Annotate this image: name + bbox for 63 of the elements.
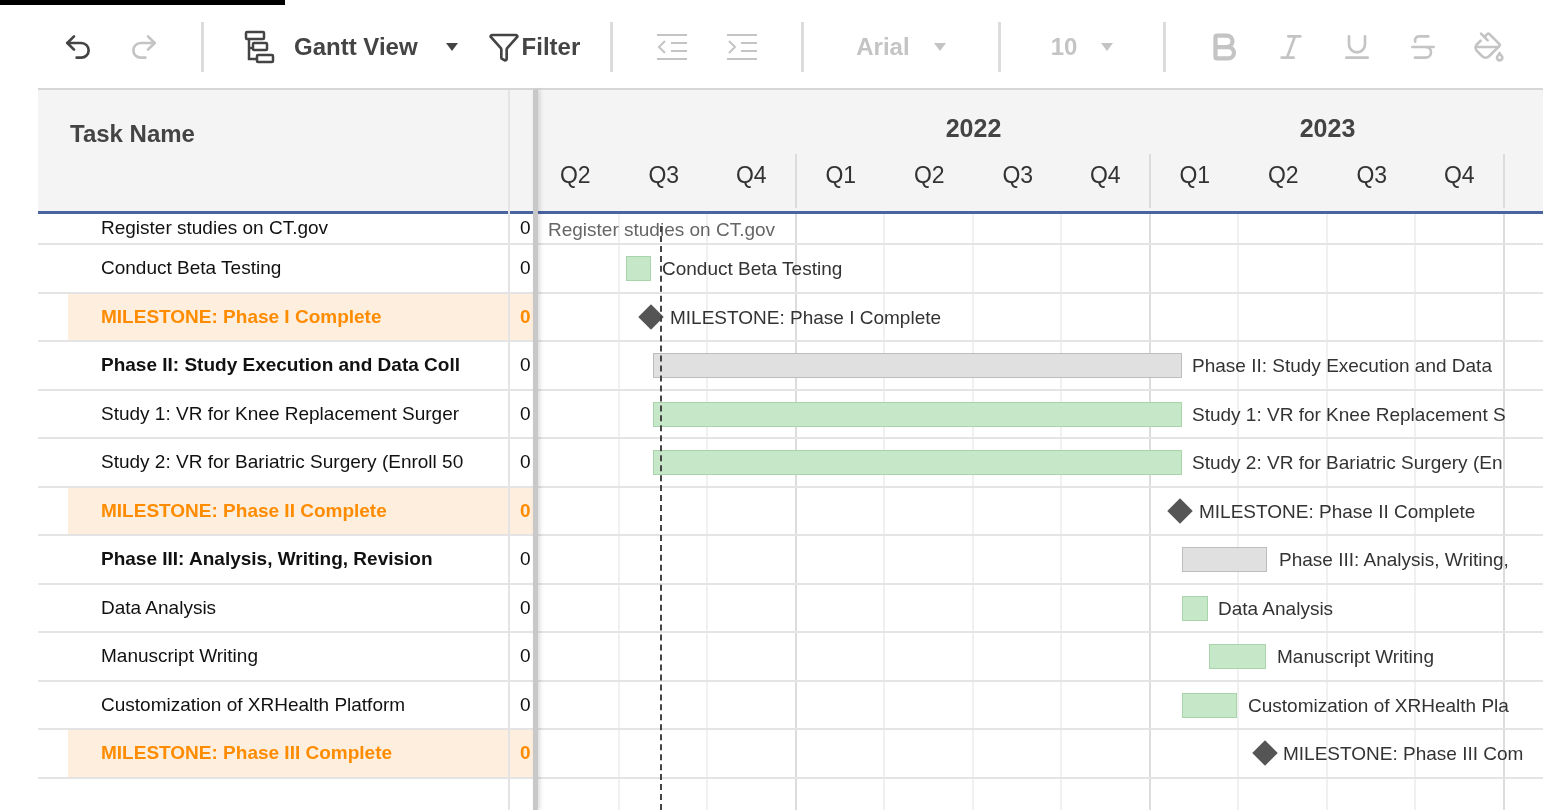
quarter-label: Q1 [1179, 161, 1211, 188]
task-bar[interactable] [653, 401, 1182, 427]
task-bar[interactable] [1182, 547, 1267, 572]
bar-label: Customization of XRHealth Pla [1248, 693, 1509, 718]
task-bar[interactable] [1182, 692, 1237, 718]
column-header: Task Name [70, 120, 195, 147]
value-cell-text: 0 [520, 401, 531, 426]
task-name: MILESTONE: Phase II Complete [101, 498, 387, 523]
task-bar[interactable] [1209, 644, 1266, 669]
year-label: 2022 [945, 114, 1002, 142]
bar-label: Conduct Beta Testing [662, 257, 843, 281]
view-dropdown[interactable]: Gantt View [294, 28, 458, 65]
bar-label: MILESTONE: Phase I Complete [670, 305, 942, 330]
task-name: Manuscript Writing [101, 644, 258, 668]
task-name: Register studies on CT.gov [101, 216, 329, 241]
value-cell-text: 0 [520, 741, 531, 765]
bar-label: Manuscript Writing [1277, 645, 1434, 669]
bar-label: Data Analysis [1218, 596, 1334, 621]
task-name: Phase III: Analysis, Writing, Revision [101, 547, 433, 571]
task-name: Study 1: VR for Knee Replacement Surger [101, 401, 460, 426]
task-name: Data Analysis [101, 595, 217, 620]
task-name: Phase II: Study Execution and Data Coll [101, 353, 460, 377]
task-name: Conduct Beta Testing [101, 256, 282, 280]
quarter-label: Q2 [559, 161, 591, 188]
task-name: MILESTONE: Phase I Complete [101, 304, 382, 329]
task-bar[interactable] [653, 450, 1182, 475]
quarter-label: Q2 [913, 161, 945, 188]
value-cell-text: 0 [520, 692, 531, 717]
quarter-label: Q4 [735, 161, 767, 188]
bar-label: Register studies on CT.gov [548, 218, 776, 242]
value-cell-text: 0 [520, 304, 531, 329]
quarter-label: Q4 [1443, 161, 1475, 188]
value-cell-text: 0 [520, 644, 531, 668]
task-bar[interactable] [626, 256, 651, 281]
bar-label: Study 2: VR for Bariatric Surgery (En [1192, 451, 1503, 475]
value-cell-text: 0 [520, 216, 531, 241]
task-bar[interactable] [1182, 595, 1208, 621]
splitter-handle[interactable] [533, 90, 538, 810]
value-cell-text: 0 [520, 256, 531, 280]
year-label: 2023 [1299, 114, 1356, 142]
quarter-label: Q1 [825, 161, 857, 188]
bar-label: Phase III: Analysis, Writing, [1279, 548, 1509, 572]
bar-label: Study 1: VR for Knee Replacement S [1192, 402, 1506, 427]
filter-button[interactable]: Filter [487, 28, 581, 65]
value-cell-text: 0 [520, 595, 531, 620]
value-cell-text: 0 [520, 498, 531, 523]
value-cell-text: 0 [520, 353, 531, 377]
bar-label: Phase II: Study Execution and Data [1192, 354, 1492, 378]
bar-label: MILESTONE: Phase II Complete [1199, 499, 1476, 524]
task-name: Customization of XRHealth Platform [101, 692, 406, 717]
quarter-label: Q2 [1267, 161, 1299, 188]
bar-label: MILESTONE: Phase III Com [1283, 742, 1524, 766]
task-name: MILESTONE: Phase III Complete [101, 741, 393, 765]
value-cell-text: 0 [520, 450, 531, 474]
quarter-label: Q3 [1002, 161, 1034, 188]
caret-icon[interactable] [445, 42, 458, 51]
value-cell-text: 0 [520, 547, 531, 571]
quarter-label: Q4 [1089, 161, 1121, 188]
quarter-label: Q3 [648, 161, 680, 188]
gantt-icon[interactable] [244, 29, 276, 64]
task-bar[interactable] [653, 353, 1182, 378]
task-name: Study 2: VR for Bariatric Surgery (Enroll 50 [101, 450, 464, 474]
quarter-label: Q3 [1356, 161, 1388, 188]
